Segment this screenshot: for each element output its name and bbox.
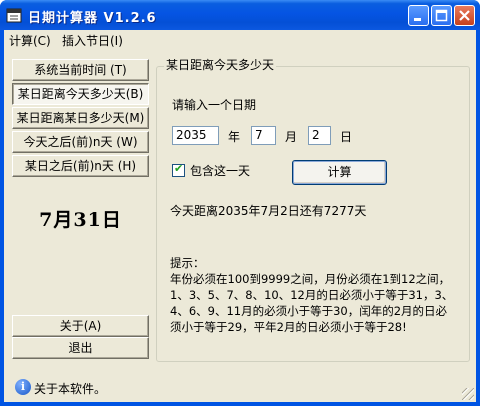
app-window: 日期计算器 V1.2.6 计算(C) 插入节日(I) 系统当前时间 (T) 某日…: [0, 0, 480, 406]
days-between-button[interactable]: 某日距离某日多少天(M): [12, 107, 149, 129]
resize-grip-icon[interactable]: [462, 388, 474, 400]
title-bar[interactable]: 日期计算器 V1.2.6: [0, 0, 480, 30]
status-bar: i 关于本软件。: [4, 372, 476, 402]
minimize-button[interactable]: [408, 5, 429, 26]
tip-line: 年份必须在100到9999之间，月份必须在1到12之间，: [170, 272, 451, 286]
tip-line: 4、6、9、11月的必须小于等于30，闰年的2月的日必: [170, 304, 448, 318]
menu-insert-holiday[interactable]: 插入节日(I): [62, 32, 123, 49]
close-button[interactable]: [454, 5, 475, 26]
close-icon: [459, 10, 470, 21]
after-today-button[interactable]: 今天之后(前)n天 (W): [12, 131, 149, 153]
info-icon: i: [15, 379, 31, 395]
year-input[interactable]: 2035: [172, 126, 219, 145]
client-area: 计算(C) 插入节日(I) 系统当前时间 (T) 某日距离今天多少天(B) 某日…: [4, 30, 476, 402]
menu-bar: 计算(C) 插入节日(I): [4, 30, 476, 50]
tip-title: 提示：: [170, 256, 205, 270]
tip-line: 须小于等于29，平年2月的日必须小于等于28!: [170, 320, 407, 334]
menu-calc[interactable]: 计算(C): [9, 32, 51, 49]
tip-line: 1、3、5、7、8、10、12月的日必须小于等于31，3、: [170, 288, 454, 302]
day-input[interactable]: 2: [308, 126, 331, 145]
maximize-icon: [435, 9, 448, 22]
calendar-app-icon: [6, 8, 22, 23]
include-day-label[interactable]: 包含这一天: [190, 162, 250, 179]
after-date-button[interactable]: 某日之后(前)n天 (H): [12, 155, 149, 177]
result-text: 今天距离2035年7月2日还有7277天: [170, 204, 367, 218]
month-input[interactable]: 7: [251, 126, 276, 145]
groupbox-title: 某日距离今天多少天: [164, 56, 277, 73]
window-title: 日期计算器 V1.2.6: [28, 11, 157, 26]
input-prompt: 请输入一个日期: [172, 98, 257, 112]
day-unit-label: 日: [340, 130, 353, 144]
about-button[interactable]: 关于(A): [12, 315, 149, 337]
checkmark-icon: ✔: [174, 162, 184, 175]
month-unit-label: 月: [285, 130, 298, 144]
year-unit-label: 年: [228, 130, 241, 144]
days-to-today-button[interactable]: 某日距离今天多少天(B): [12, 83, 149, 105]
minimize-icon: [414, 18, 421, 21]
calculate-button[interactable]: 计算: [292, 160, 387, 185]
maximize-button[interactable]: [431, 5, 452, 26]
tip-text: 提示： 年份必须在100到9999之间，月份必须在1到12之间， 1、3、5、7…: [170, 255, 468, 335]
status-text: 关于本软件。: [34, 382, 107, 396]
today-date-display: 7月31日: [39, 209, 122, 231]
include-day-checkbox[interactable]: ✔: [172, 162, 185, 177]
system-time-button[interactable]: 系统当前时间 (T): [12, 59, 149, 81]
exit-button[interactable]: 退出: [12, 337, 149, 359]
